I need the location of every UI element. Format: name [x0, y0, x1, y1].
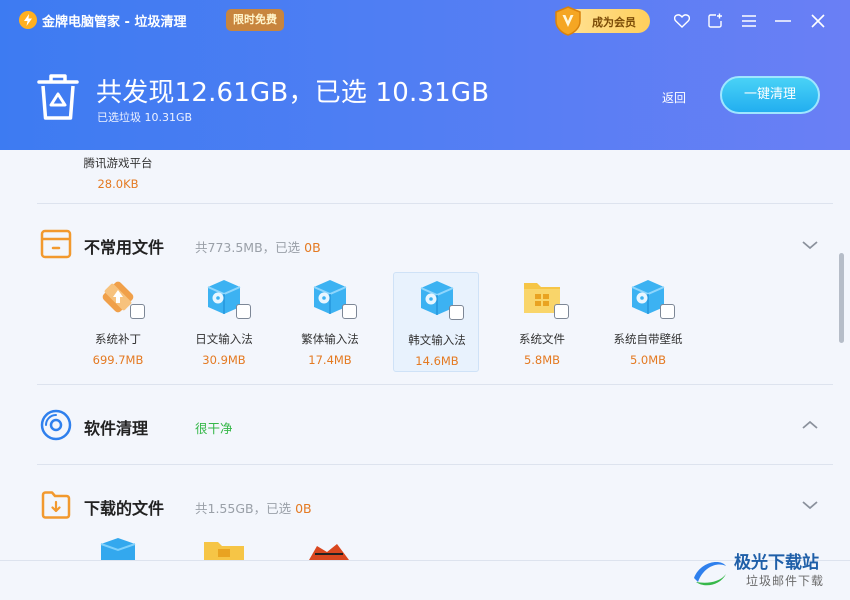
chevron-down-icon[interactable] [801, 499, 819, 511]
list-item[interactable]: 系统文件 5.8MB [499, 272, 585, 372]
item-checkbox[interactable] [660, 304, 675, 319]
list-item[interactable]: 系统自带壁纸 5.0MB [605, 272, 691, 372]
item-size: 5.0MB [629, 353, 667, 367]
trash-bin-icon [37, 74, 79, 120]
item-size: 699.7MB [92, 353, 144, 367]
selected-size: 0B [304, 240, 321, 255]
list-item[interactable]: 繁体输入法 17.4MB [287, 272, 373, 372]
item-checkbox[interactable] [554, 304, 569, 319]
item-checkbox[interactable] [449, 305, 464, 320]
become-vip-button[interactable]: 成为会员 [555, 6, 650, 36]
app-title: 金牌电脑管家 - 垃圾清理 [42, 15, 187, 30]
item-name: 腾讯游戏平台 [83, 156, 153, 170]
item-size: 28.0KB [97, 177, 139, 191]
item-name: 日文输入法 [195, 332, 253, 346]
item-size: 17.4MB [308, 353, 352, 367]
minimize-icon[interactable] [774, 12, 792, 30]
item-name: 系统自带壁纸 [613, 332, 683, 346]
list-item: 腾讯游戏平台 28.0KB [75, 150, 161, 196]
menu-icon[interactable] [740, 12, 758, 30]
selected-size: 0B [295, 501, 312, 516]
category-meta: 共1.55GB，已选 0B [195, 501, 312, 516]
free-badge: 限时免费 [226, 9, 284, 31]
header: 金牌电脑管家 - 垃圾清理 限时免费 成为会员 共发现12.61GB，已选 10… [0, 0, 850, 150]
app-icon [309, 544, 349, 560]
chevron-up-icon[interactable] [801, 419, 819, 431]
folder-icon [204, 542, 244, 560]
package-box-icon [100, 538, 136, 560]
vip-label: 成为会员 [592, 16, 636, 29]
back-link[interactable]: 返回 [662, 89, 686, 106]
item-checkbox[interactable] [130, 304, 145, 319]
scrollbar-thumb[interactable] [839, 253, 844, 343]
list-item[interactable]: 日文输入法 30.9MB [181, 272, 267, 372]
item-name: 韩文输入法 [408, 333, 466, 347]
scan-result-headline: 共发现12.61GB，已选 10.31GB [96, 78, 490, 108]
disc-cleanup-icon [40, 409, 72, 441]
item-size: 5.8MB [523, 353, 561, 367]
category-title: 软件清理 [84, 419, 149, 438]
item-name: 系统补丁 [95, 332, 141, 346]
watermark: 极光下载站 垃圾邮件下载 [690, 548, 846, 596]
divider [37, 203, 833, 204]
category-title: 下载的文件 [84, 499, 165, 518]
category-title: 不常用文件 [84, 238, 165, 257]
selected-summary: 已选垃圾 10.31GB [97, 111, 193, 124]
close-icon[interactable] [809, 12, 827, 30]
feedback-add-icon[interactable] [706, 12, 724, 30]
titlebar: 金牌电脑管家 - 垃圾清理 限时免费 成为会员 [0, 0, 850, 40]
watermark-logo-icon [694, 562, 726, 586]
item-size: 14.6MB [415, 354, 459, 368]
chevron-down-icon[interactable] [801, 239, 819, 251]
item-size: 30.9MB [202, 353, 246, 367]
divider [37, 464, 833, 465]
watermark-subtitle: 垃圾邮件下载 [746, 574, 825, 588]
inbox-archive-icon [40, 229, 72, 259]
clean-status: 很干净 [195, 421, 233, 436]
lightning-logo-icon [19, 11, 37, 29]
category-meta: 共773.5MB，已选 0B [195, 240, 321, 255]
vip-shield-icon [555, 6, 581, 36]
favorite-heart-icon[interactable] [673, 12, 691, 30]
item-checkbox[interactable] [342, 304, 357, 319]
watermark-title: 极光下载站 [734, 553, 819, 573]
one-click-clean-button[interactable]: 一键清理 [720, 76, 820, 114]
item-name: 繁体输入法 [301, 332, 359, 346]
list-item[interactable]: 韩文输入法 14.6MB [393, 272, 479, 372]
item-checkbox[interactable] [236, 304, 251, 319]
download-folder-icon [41, 491, 71, 519]
list-item[interactable]: 系统补丁 699.7MB [75, 272, 161, 372]
junk-list: 腾讯游戏平台 28.0KB 不常用文件 共773.5MB，已选 0B 系统补丁 6… [0, 150, 850, 560]
item-name: 系统文件 [519, 332, 565, 346]
divider [37, 384, 833, 385]
